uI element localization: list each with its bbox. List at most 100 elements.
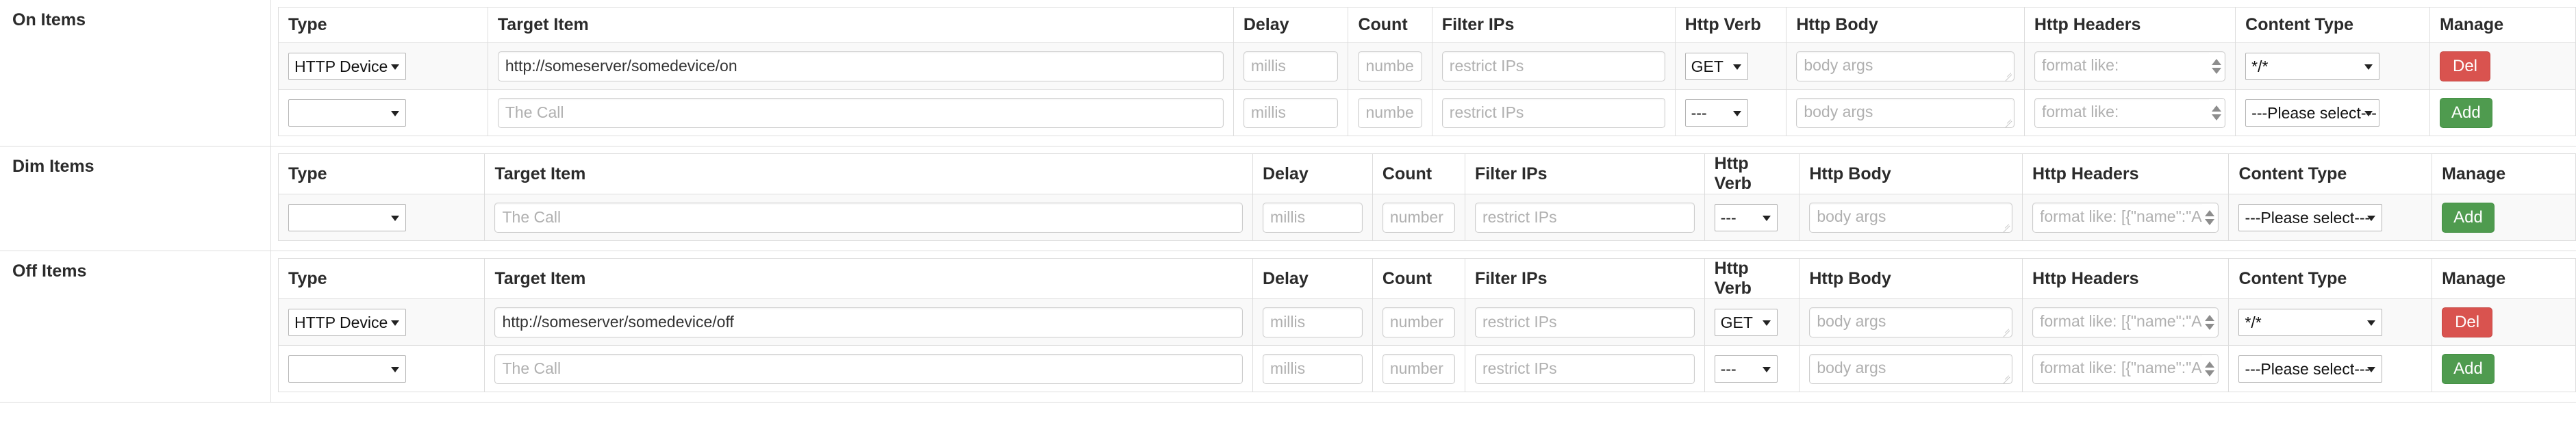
http-verb-select[interactable]: --- <box>1714 355 1778 383</box>
count-input[interactable] <box>1382 353 1455 384</box>
chevron-down-icon <box>2364 110 2373 116</box>
cell-count <box>1372 298 1465 346</box>
http-headers-textarea[interactable] <box>2034 97 2226 128</box>
type-select[interactable]: HTTP Device <box>288 308 406 336</box>
http-verb-value: GET <box>1691 57 1723 75</box>
http-body-wrap <box>1809 307 2012 337</box>
http-body-textarea[interactable] <box>1796 51 2015 81</box>
http-body-textarea[interactable] <box>1796 97 2015 128</box>
http-body-textarea[interactable] <box>1809 353 2012 384</box>
cell-http-body <box>1786 89 2025 136</box>
http-headers-wrap <box>2034 97 2226 128</box>
cell-delay <box>1233 42 1349 90</box>
delay-input[interactable] <box>1243 97 1339 128</box>
filter-ips-input[interactable] <box>1474 202 1695 233</box>
delay-input[interactable] <box>1263 353 1363 384</box>
col-header-http-verb: Http Verb <box>1674 7 1787 43</box>
http-verb-select[interactable]: --- <box>1714 203 1778 231</box>
filter-ips-input[interactable] <box>1474 307 1695 337</box>
content-type-select[interactable]: ---Please select--- <box>2245 99 2380 127</box>
chevron-up-icon <box>2212 58 2222 65</box>
chevron-down-icon <box>2367 366 2376 372</box>
table-header-row: Type Target Item Delay Count Filter IPs … <box>278 7 2576 43</box>
type-select[interactable] <box>288 203 406 231</box>
col-header-http-headers: Http Headers <box>2023 7 2236 43</box>
section-label-dim-items: Dim Items <box>0 146 271 251</box>
chevron-down-icon <box>391 110 399 116</box>
col-header-target-item: Target Item <box>487 7 1234 43</box>
chevron-down-icon <box>391 64 399 70</box>
http-body-textarea[interactable] <box>1809 307 2012 337</box>
http-headers-wrap <box>2034 51 2226 81</box>
delay-input[interactable] <box>1243 51 1339 81</box>
chevron-up-icon <box>2205 314 2215 321</box>
filter-ips-input[interactable] <box>1474 353 1695 384</box>
http-headers-textarea[interactable] <box>2034 51 2226 81</box>
count-input[interactable] <box>1358 97 1422 128</box>
cell-http-verb: GET <box>1704 298 1800 346</box>
http-headers-textarea[interactable] <box>2032 307 2219 337</box>
col-header-count: Count <box>1372 153 1465 194</box>
col-header-http-body: Http Body <box>1786 7 2025 43</box>
count-input[interactable] <box>1382 307 1455 337</box>
target-item-input[interactable] <box>494 202 1243 233</box>
content-type-select[interactable]: */* <box>2238 308 2383 336</box>
http-headers-textarea[interactable] <box>2032 353 2219 384</box>
add-row-button[interactable]: Add <box>2442 202 2495 233</box>
table-row: --- <box>277 194 2576 241</box>
count-input[interactable] <box>1382 202 1455 233</box>
cell-count <box>1348 89 1432 136</box>
cell-target-item <box>487 42 1234 90</box>
delay-input[interactable] <box>1263 202 1363 233</box>
cell-type: HTTP Device <box>278 42 488 90</box>
stepper-control[interactable] <box>2209 52 2225 80</box>
col-header-filter-ips: Filter IPs <box>1431 7 1676 43</box>
items-table-dim: Type Target Item Delay Count Filter IPs … <box>277 153 2576 241</box>
col-header-content-type: Content Type <box>2228 153 2433 194</box>
http-verb-value: --- <box>1720 208 1737 227</box>
filter-ips-input[interactable] <box>1441 97 1665 128</box>
delete-row-button[interactable]: Del <box>2442 307 2493 337</box>
stepper-control[interactable] <box>2202 203 2218 231</box>
delete-row-button[interactable]: Del <box>2440 51 2491 81</box>
add-row-button[interactable]: Add <box>2440 97 2492 128</box>
cell-manage: Del <box>2429 42 2576 90</box>
type-select-value: HTTP Device <box>294 313 388 331</box>
target-item-input[interactable] <box>497 97 1224 128</box>
type-select[interactable]: HTTP Device <box>288 52 406 80</box>
content-type-select[interactable]: */* <box>2245 52 2380 80</box>
type-select[interactable] <box>288 99 406 127</box>
http-headers-textarea[interactable] <box>2032 202 2219 233</box>
target-item-input[interactable] <box>497 51 1224 81</box>
cell-http-body <box>1786 42 2025 90</box>
content-type-select[interactable]: ---Please select--- <box>2238 355 2383 383</box>
http-verb-select[interactable]: GET <box>1684 52 1748 80</box>
cell-http-verb: GET <box>1674 42 1787 90</box>
filter-ips-input[interactable] <box>1441 51 1665 81</box>
cell-http-body <box>1799 298 2023 346</box>
cell-target-item <box>484 194 1254 241</box>
col-header-http-body: Http Body <box>1799 258 2023 299</box>
http-verb-select[interactable]: --- <box>1684 99 1748 127</box>
http-verb-select[interactable]: GET <box>1714 308 1778 336</box>
count-input[interactable] <box>1358 51 1422 81</box>
http-headers-wrap <box>2032 353 2219 384</box>
http-body-wrap <box>1796 51 2015 81</box>
content-type-select[interactable]: ---Please select--- <box>2238 203 2383 231</box>
cell-delay <box>1233 89 1349 136</box>
stepper-control[interactable] <box>2202 355 2218 383</box>
target-item-input[interactable] <box>494 307 1243 337</box>
section-label-off-items: Off Items <box>0 251 271 402</box>
chevron-down-icon <box>1732 110 1741 116</box>
stepper-control[interactable] <box>2202 308 2218 336</box>
add-row-button[interactable]: Add <box>2442 353 2495 384</box>
target-item-input[interactable] <box>494 353 1243 384</box>
http-body-textarea[interactable] <box>1809 202 2012 233</box>
stepper-control[interactable] <box>2209 99 2225 127</box>
content-type-value: ---Please select--- <box>2245 359 2371 378</box>
delay-input[interactable] <box>1263 307 1363 337</box>
cell-manage: Add <box>2429 89 2576 136</box>
type-select[interactable] <box>288 355 406 383</box>
cell-filter-ips <box>1431 42 1676 90</box>
cell-http-headers <box>2021 194 2230 241</box>
